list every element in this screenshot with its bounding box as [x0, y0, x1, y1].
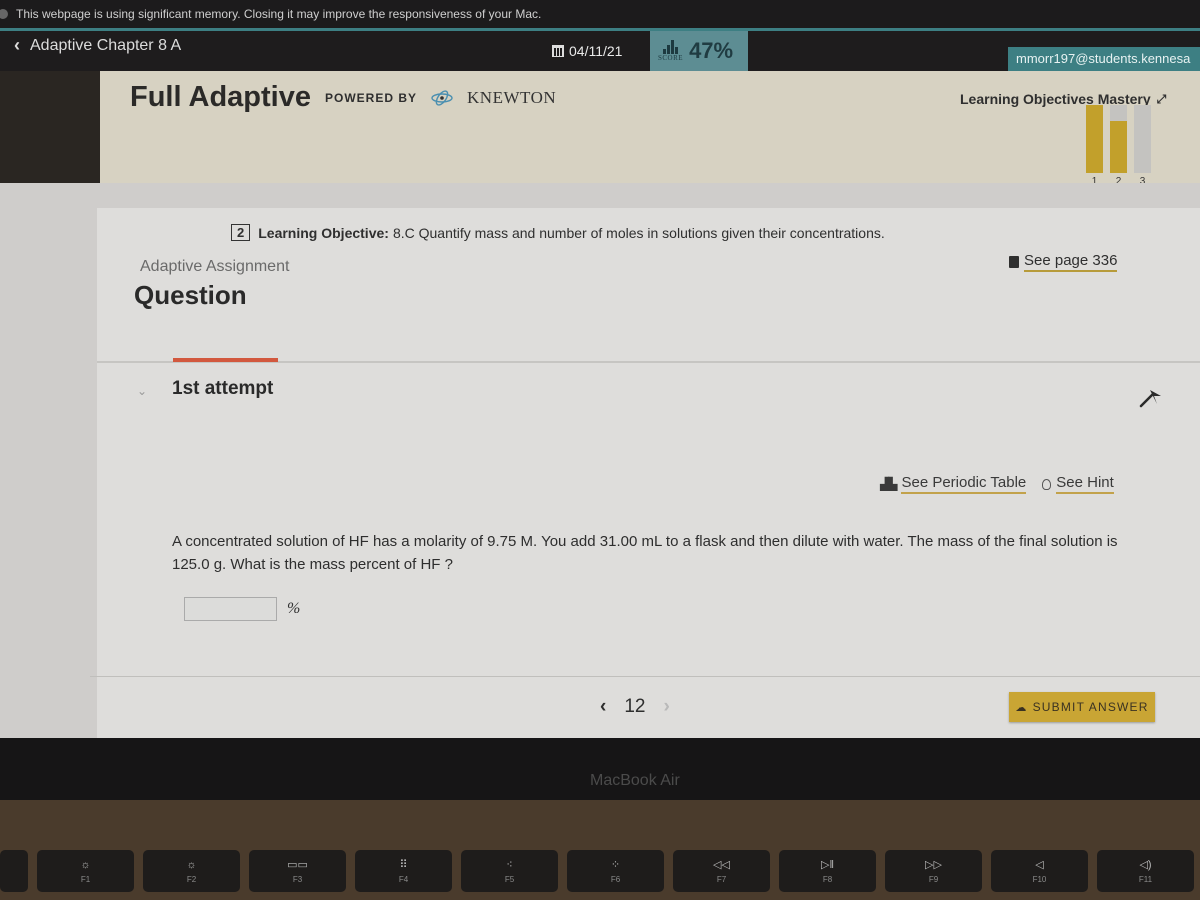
attempt-label[interactable]: 1st attempt — [172, 378, 273, 400]
mastery-bar-1[interactable] — [1086, 105, 1103, 173]
chevron-left-icon: ‹ — [14, 35, 20, 55]
question-tools: ▟▙ See Periodic Table See Hint — [880, 474, 1114, 494]
calendar-icon — [552, 45, 564, 57]
key-f10: ◁ F10 — [991, 850, 1088, 892]
see-page-text: See page 336 — [1024, 252, 1118, 272]
hint-text: See Hint — [1056, 474, 1114, 494]
key-glyph-icon: ☼ — [80, 858, 91, 871]
key-f5: ⁖ F5 — [461, 850, 558, 892]
powered-by-label: POWERED BY — [325, 90, 418, 105]
mastery-bar-3[interactable] — [1134, 105, 1151, 173]
key-glyph-icon: ☼ — [186, 858, 197, 871]
key-label: F2 — [186, 874, 197, 884]
key-label: F8 — [822, 875, 833, 884]
objective-text: 8.C Quantify mass and number of moles in… — [392, 224, 885, 241]
brand-title: Full Adaptive — [130, 81, 311, 113]
warning-icon — [0, 9, 8, 19]
key-label: F7 — [716, 875, 727, 884]
upload-cloud-icon: ☁ — [1015, 701, 1028, 714]
due-date-text: 04/11/21 — [569, 43, 623, 59]
footer-divider — [90, 676, 1200, 677]
answer-input[interactable] — [184, 597, 277, 621]
key-glyph-icon: ◁) — [1139, 859, 1152, 871]
memory-warning-banner: This webpage is using significant memory… — [0, 0, 1200, 28]
brand: Full Adaptive POWERED BY KNEWTON — [130, 81, 556, 114]
key-label: F3 — [292, 875, 303, 884]
score-icon-label: SCORE — [658, 54, 684, 62]
key-label: F10 — [1032, 875, 1047, 884]
key-glyph-icon: ◁ — [1035, 859, 1044, 871]
page-number: 12 — [624, 696, 646, 717]
score-value: 47% — [689, 38, 734, 63]
key-f4: ⠿ F4 — [355, 850, 452, 892]
periodic-table-text: See Periodic Table — [901, 474, 1027, 494]
flag-icon[interactable] — [1135, 384, 1165, 410]
question-text: A concentrated solution of HF has a mola… — [172, 533, 1118, 573]
key-glyph-icon: ▷‖ — [820, 859, 834, 871]
mastery-bar-fill — [1110, 120, 1127, 173]
question-panel: 2 Learning Objective: 8.C Quantify mass … — [90, 208, 1200, 738]
question-heading: Question — [134, 280, 247, 310]
key-glyph-icon: ⁘ — [610, 859, 621, 871]
expand-icon[interactable]: ⤢ — [1157, 92, 1167, 107]
key-label: F5 — [504, 875, 515, 884]
knewton-logo-icon — [431, 89, 453, 106]
key-f7: ◁◁ F7 — [673, 850, 770, 892]
score-chart-icon: SCORE — [658, 40, 683, 62]
answer-row: % — [184, 597, 300, 621]
key-f11: ◁) F11 — [1097, 850, 1194, 892]
assignment-type: Adaptive Assignment — [140, 258, 290, 275]
attempt-tab-indicator — [173, 358, 278, 362]
question-pager: ‹ 12 › — [600, 696, 670, 718]
objective-label: Learning Objective: — [258, 224, 389, 241]
key-label: F4 — [398, 875, 409, 884]
lightbulb-icon — [1042, 478, 1052, 490]
key-f2: ☼ F2 — [143, 850, 240, 892]
submit-answer-button[interactable]: ☁ SUBMIT ANSWER — [1009, 692, 1155, 722]
book-icon — [1009, 256, 1019, 268]
memory-warning-text: This webpage is using significant memory… — [16, 7, 542, 21]
mastery-bar-2[interactable] — [1110, 105, 1127, 173]
periodic-table-icon: ▟▙ — [880, 477, 897, 491]
periodic-table-link[interactable]: ▟▙ See Periodic Table — [880, 474, 1027, 494]
next-question-button[interactable]: › — [663, 696, 669, 718]
key-label: F9 — [928, 875, 939, 884]
assignment-header: Full Adaptive POWERED BY KNEWTON Learnin… — [100, 71, 1200, 187]
app-top-bar: ‹ Adaptive Chapter 8 A 04/11/21 SCORE 47… — [0, 31, 1200, 71]
objective-number: 2 — [231, 224, 251, 241]
key-glyph-icon: ◁◁ — [713, 859, 730, 871]
chevron-down-icon[interactable]: ⌄ — [137, 384, 147, 398]
key-glyph-icon: ▷▷ — [925, 859, 942, 871]
knewton-name: KNEWTON — [467, 87, 557, 107]
learning-objective: 2 Learning Objective: 8.C Quantify mass … — [231, 224, 885, 241]
user-account-menu[interactable]: mmorr197@students.kennesa — [1008, 47, 1200, 71]
submit-label: SUBMIT ANSWER — [1032, 700, 1149, 714]
key-glyph-icon: ⁖ — [506, 859, 513, 871]
key-f1: ☼ F1 — [37, 850, 134, 892]
see-page-link[interactable]: See page 336 — [1009, 252, 1118, 272]
key-label: F6 — [610, 875, 621, 884]
score-badge: SCORE 47% — [650, 31, 748, 71]
key-f3: ▭▭ F3 — [249, 850, 346, 892]
back-to-chapter-link[interactable]: ‹ Adaptive Chapter 8 A — [14, 35, 181, 56]
due-date: 04/11/21 — [552, 43, 622, 59]
key-f9: ▷▷ F9 — [885, 850, 982, 892]
key-label: F11 — [1138, 875, 1153, 884]
previous-question-button[interactable]: ‹ — [600, 696, 606, 718]
back-label: Adaptive Chapter 8 A — [30, 36, 182, 54]
key-label: F1 — [80, 874, 91, 884]
function-key-row: ☼ F1 ☼ F2 ▭▭ F3 ⠿ F4 ⁖ F5 ⁘ F6 ◁◁ F7 ▷‖ F8 ▷▷ F9 ◁ F10 ◁) F11 — [0, 850, 1200, 892]
key-glyph-icon: ▭▭ — [287, 859, 308, 871]
key-f6: ⁘ F6 — [567, 850, 664, 892]
mastery-chart[interactable]: 123 — [1086, 103, 1156, 187]
answer-unit: % — [287, 600, 301, 617]
laptop-model-label: MacBook Air — [590, 772, 680, 789]
key-glyph-icon: ⠿ — [399, 859, 408, 871]
mastery-bar-fill — [1086, 105, 1103, 173]
hint-link[interactable]: See Hint — [1042, 474, 1114, 494]
key-esc — [0, 850, 28, 892]
key-f8: ▷‖ F8 — [779, 850, 876, 892]
